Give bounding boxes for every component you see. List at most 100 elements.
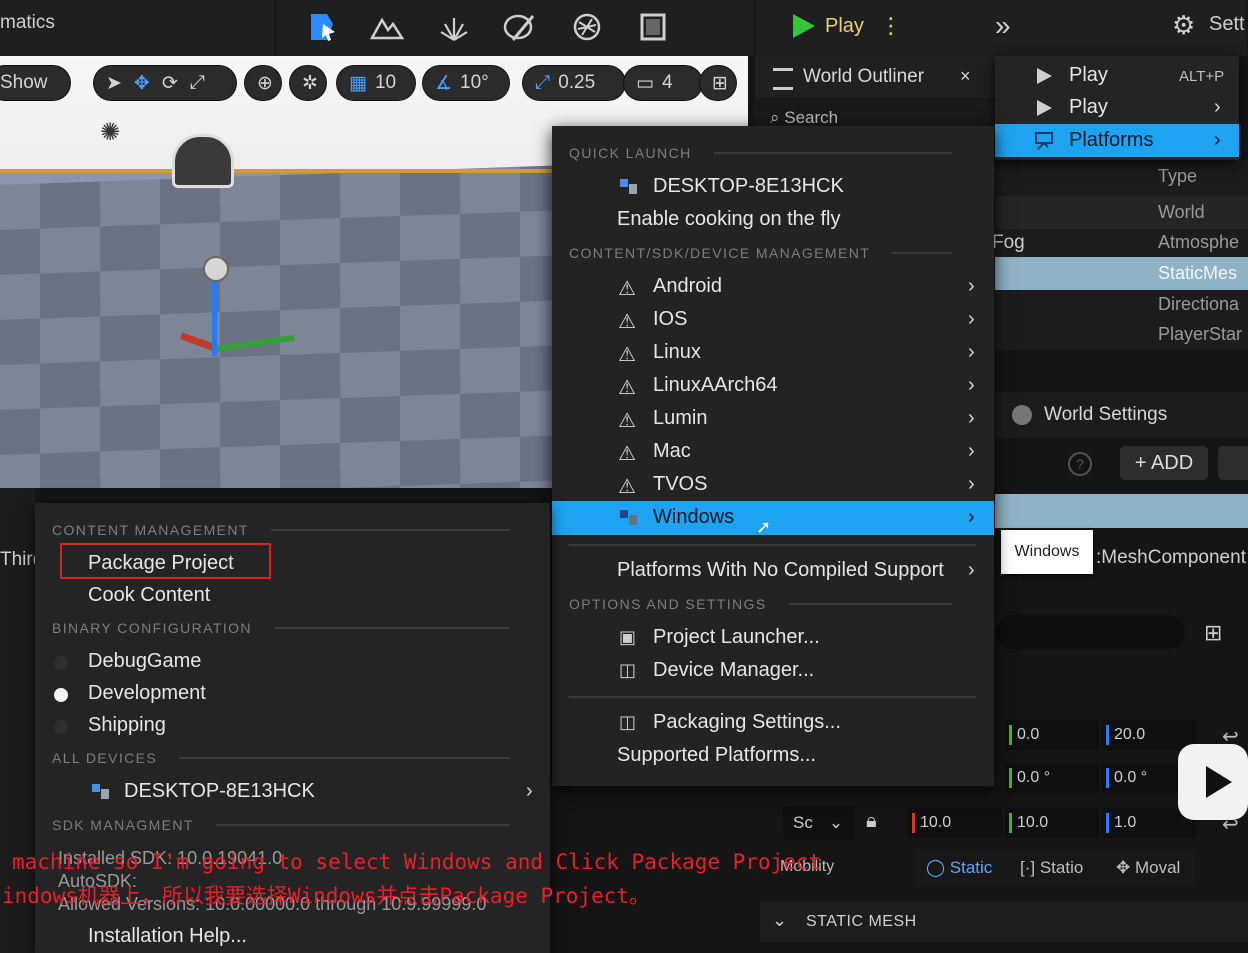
scale-y-field[interactable]: 10.0 (1005, 808, 1099, 838)
scale-icon[interactable]: ⤢ (190, 72, 205, 94)
static-mesh-header: STATIC MESH (806, 913, 917, 930)
grid-snap-icon: ▦ (349, 72, 367, 94)
mobility-static-option[interactable]: ◯ Static (926, 858, 992, 878)
play-button[interactable]: Play ⋮ (793, 8, 902, 44)
menu-item-play[interactable]: Play (1069, 64, 1108, 87)
location-z-field[interactable]: 20.0 (1102, 720, 1196, 750)
platforms-label: Platforms (1069, 129, 1154, 151)
mesh-paint-mode-icon[interactable] (503, 10, 537, 44)
menu-item-lumin[interactable]: Lumin (653, 407, 707, 430)
menu-item-play-submenu[interactable]: Play (1069, 96, 1108, 119)
menu-item-android[interactable]: Android (653, 275, 722, 298)
menu-item-mac[interactable]: Mac (653, 440, 691, 463)
radio-icon (54, 656, 68, 670)
scale-x-field[interactable]: 10.0 (908, 808, 1002, 838)
location-y-field[interactable]: 0.0 (1005, 720, 1099, 750)
menu-item-installation-help[interactable]: Installation Help... (88, 925, 247, 948)
sky-light-actor-icon[interactable] (172, 134, 234, 188)
help-icon[interactable]: ? (1068, 452, 1092, 476)
property-matrix-icon[interactable]: ⊞ (1204, 620, 1222, 646)
outliner-fog-label[interactable]: Fog (992, 232, 1025, 254)
menu-item-cook-content[interactable]: Cook Content (88, 584, 210, 607)
landscape-mode-icon[interactable] (370, 10, 404, 44)
rotation-y-field[interactable]: 0.0 ° (1005, 763, 1099, 793)
show-label: Show (0, 72, 48, 93)
static-mesh-category[interactable]: ⌄ STATIC MESH (760, 902, 1248, 942)
surface-snap-icon[interactable]: ✲ (290, 66, 326, 100)
mobility-movable-option[interactable]: ✥ Moval (1116, 858, 1180, 878)
chevron-right-icon: › (1214, 96, 1221, 118)
chevron-right-icon: › (968, 440, 975, 462)
radio-icon: ◯ (926, 858, 946, 877)
toolbar-overflow-icon[interactable]: » (995, 10, 1011, 42)
menu-item-quick-launch-device[interactable]: DESKTOP-8E13HCK (653, 175, 844, 198)
sdk-management-header: SDK MANAGMENT (52, 817, 532, 833)
video-play-icon[interactable] (1206, 766, 1232, 798)
player-start-gizmo-handle[interactable] (203, 256, 229, 282)
menu-item-ios[interactable]: IOS (653, 308, 687, 331)
list-item[interactable]: PlayerStar (995, 318, 1248, 351)
rotate-icon[interactable]: ⟳ (162, 72, 178, 95)
fracture-mode-icon[interactable] (570, 10, 604, 44)
mobility-stationary-option[interactable]: [·] Statio (1020, 858, 1083, 878)
list-item[interactable]: Atmosphe (995, 226, 1248, 259)
menu-item-device-manager[interactable]: Device Manager... (653, 659, 814, 682)
camera-speed-button[interactable]: ▭ 4 (624, 66, 702, 100)
menu-item-supported-platforms[interactable]: Supported Platforms... (617, 744, 816, 767)
lock-icon[interactable]: 🔒︎ (866, 810, 877, 833)
menu-item-project-launcher[interactable]: Project Launcher... (653, 626, 820, 649)
outliner-search-input[interactable]: ⌕ Search (770, 108, 838, 128)
show-button[interactable]: Show (0, 66, 70, 100)
scale-mode-select[interactable]: Sc ⌄ (783, 806, 855, 840)
add-component-button[interactable]: + ADD (1120, 446, 1208, 480)
menu-item-packaging-settings[interactable]: Packaging Settings... (653, 711, 841, 734)
warning-icon: ⚠ (618, 278, 636, 300)
menu-item-linux[interactable]: Linux (653, 341, 701, 364)
brush-edit-mode-icon[interactable] (636, 10, 670, 44)
outliner-type-header[interactable]: Type (995, 160, 1248, 193)
menu-item-shipping[interactable]: Shipping (88, 714, 166, 737)
menu-item-linuxaarch64[interactable]: LinuxAArch64 (653, 374, 778, 397)
menu-item-no-compiled-support[interactable]: Platforms With No Compiled Support (617, 559, 944, 582)
mesh-component-label[interactable]: :MeshComponent (1096, 547, 1246, 569)
translate-icon[interactable]: ✥ (134, 72, 150, 95)
select-mode-icon[interactable] (305, 10, 339, 44)
scale-snap-icon: ⤢ (535, 72, 551, 93)
chevron-right-icon: › (968, 341, 975, 363)
sun-light-icon[interactable]: ✺ (100, 118, 120, 147)
list-item[interactable]: World (995, 196, 1248, 229)
transform-tools-group: ➤ ✥ ⟳ ⤢ (94, 66, 236, 100)
play-label: Play (825, 14, 864, 37)
blueprint-button[interactable] (1218, 446, 1248, 480)
outliner-list-icon (773, 68, 793, 90)
windows-platform-icon (620, 510, 637, 525)
close-icon[interactable]: × (960, 66, 971, 87)
list-item-selected[interactable]: StaticMes (995, 257, 1248, 290)
foliage-mode-icon[interactable] (437, 10, 471, 44)
menu-item-device[interactable]: DESKTOP-8E13HCK (124, 780, 315, 803)
component-selected-row[interactable] (995, 494, 1248, 528)
globe-icon (1012, 405, 1032, 425)
grid-snap-button[interactable]: ▦ 10 (337, 66, 415, 100)
settings-label-fragment[interactable]: Sett (1209, 13, 1245, 36)
menu-item-package-project[interactable]: Package Project (88, 552, 234, 575)
chevron-down-icon: ⌄ (772, 910, 788, 930)
details-search-input[interactable] (995, 615, 1185, 649)
menu-item-development[interactable]: Development (88, 682, 206, 705)
gear-icon[interactable]: ⚙ (1172, 10, 1195, 41)
all-devices-header: ALL DEVICES (52, 750, 532, 766)
menu-item-enable-cooking[interactable]: Enable cooking on the fly (617, 208, 841, 231)
menu-item-tvos[interactable]: TVOS (653, 473, 707, 496)
scale-snap-button[interactable]: ⤢ 0.25 (523, 66, 625, 100)
play-options-icon[interactable]: ⋮ (880, 13, 902, 39)
platforms-icon (1035, 132, 1053, 150)
menu-divider (568, 544, 976, 546)
play-icon (1037, 100, 1052, 116)
list-item[interactable]: Directiona (995, 288, 1248, 321)
rotation-snap-button[interactable]: ∡ 10° (423, 66, 509, 100)
viewport-layout-icon[interactable]: ⊞ (700, 66, 736, 100)
world-local-toggle-icon[interactable]: ⊕ (245, 66, 281, 100)
select-arrow-icon[interactable]: ➤ (106, 72, 122, 95)
chevron-right-icon: › (968, 473, 975, 495)
menu-item-debuggame[interactable]: DebugGame (88, 650, 201, 673)
